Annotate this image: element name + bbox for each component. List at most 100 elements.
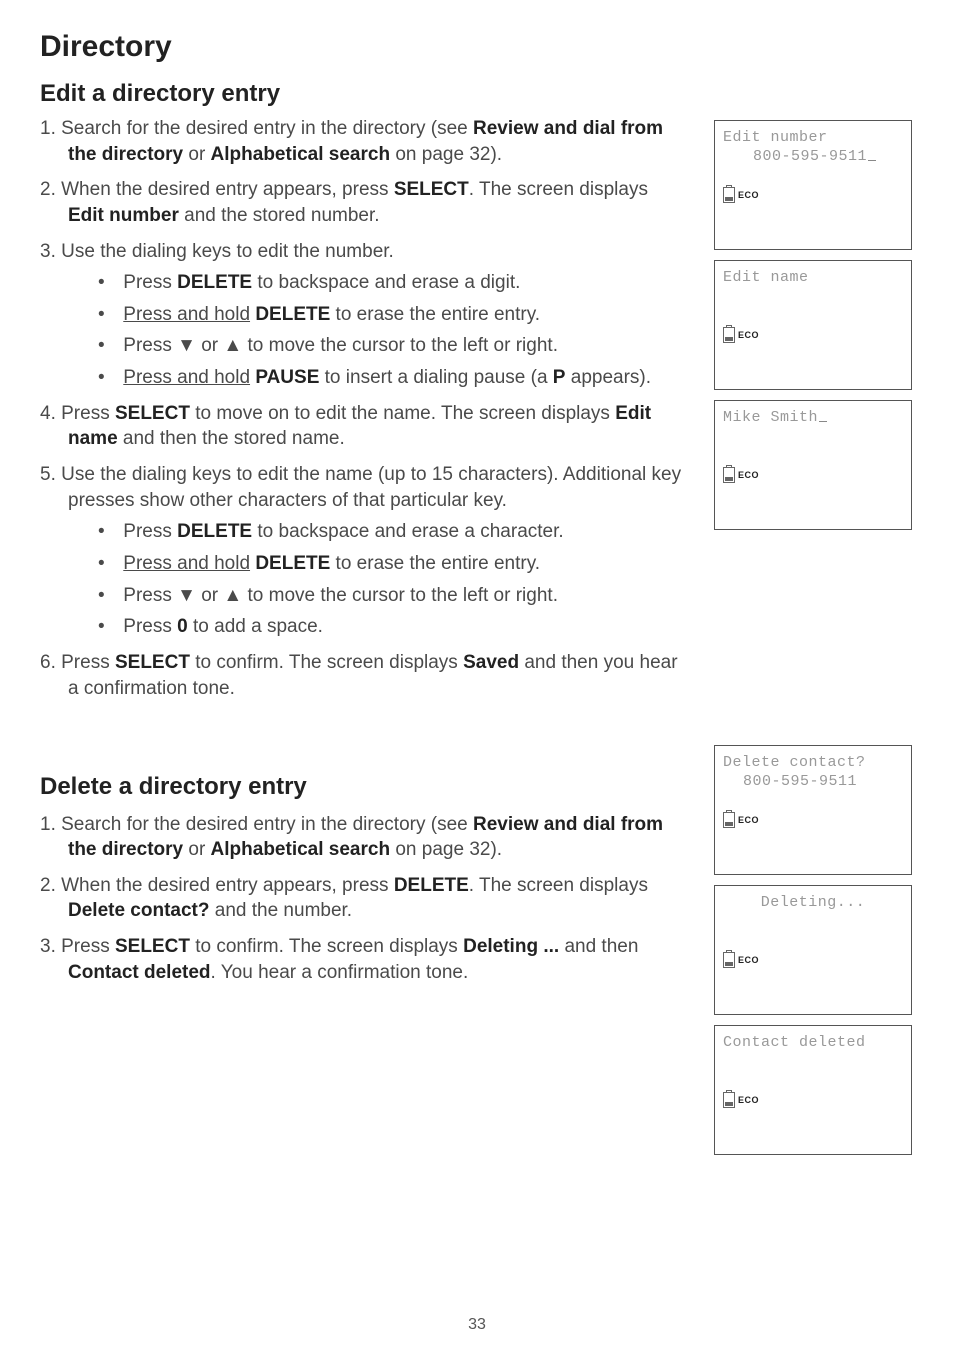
text: 1. Search for the desired entry in the d… — [40, 814, 473, 835]
page-number: 33 — [0, 1316, 954, 1334]
ref-alpha: Alphabetical search — [211, 144, 391, 165]
edit-step-4: 4. Press SELECT to move on to edit the n… — [40, 401, 684, 452]
lcd-line: 800-595-9511 — [723, 148, 903, 165]
edit-step-2: 2. When the desired entry appears, press… — [40, 177, 684, 228]
text: Press — [123, 272, 177, 293]
text: to erase the entire entry. — [330, 553, 540, 574]
text: to erase the entire entry. — [330, 304, 540, 325]
delete-lcd-column: Delete contact? 800-595-9511 ECO Deletin… — [714, 741, 914, 1155]
down-arrow-icon: ▼ — [177, 335, 196, 356]
lcd-line: Delete contact? — [723, 754, 903, 771]
text: or — [183, 144, 210, 165]
edit-step-3-bullet-3: Press ▼ or ▲ to move the cursor to the l… — [98, 333, 684, 359]
edit-step-3-bullet-1: Press DELETE to backspace and erase a di… — [98, 270, 684, 296]
text: to backspace and erase a character. — [252, 521, 564, 542]
edit-step-5: 5. Use the dialing keys to edit the name… — [40, 462, 684, 640]
edit-steps: 1. Search for the desired entry in the d… — [40, 116, 684, 711]
key-select: SELECT — [115, 936, 190, 957]
screen-saved: Saved — [463, 652, 519, 673]
key-pause: PAUSE — [255, 367, 319, 388]
battery-icon — [723, 187, 735, 203]
edit-step-5-bullet-4: Press 0 to add a space. — [98, 614, 684, 640]
page-title: Directory — [40, 30, 914, 64]
lcd-line: Contact deleted — [723, 1034, 903, 1051]
text: 2. When the desired entry appears, press — [40, 875, 394, 896]
text: 1. Search for the desired entry in the d… — [40, 118, 473, 139]
edit-step-3-bullet-4: Press and hold PAUSE to insert a dialing… — [98, 365, 684, 391]
delete-step-1: 1. Search for the desired entry in the d… — [40, 812, 684, 863]
press-hold: Press and hold — [123, 304, 250, 325]
battery-icon — [723, 327, 735, 343]
eco-label: ECO — [738, 815, 759, 825]
edit-step-3-bullet-2: Press and hold DELETE to erase the entir… — [98, 302, 684, 328]
edit-step-5-bullet-3: Press ▼ or ▲ to move the cursor to the l… — [98, 583, 684, 609]
lcd-line: Edit number — [723, 129, 903, 146]
text: Press — [123, 616, 177, 637]
screen-contact-deleted: Contact deleted — [68, 962, 211, 983]
key-select: SELECT — [394, 179, 469, 200]
text: or — [196, 335, 223, 356]
battery-icon — [723, 952, 735, 968]
edit-step-1: 1. Search for the desired entry in the d… — [40, 116, 684, 167]
edit-entry-heading: Edit a directory entry — [40, 80, 914, 108]
screen-deleting: Deleting ... — [463, 936, 559, 957]
text: and the number. — [209, 900, 352, 921]
screen-delete-contact: Delete contact? — [68, 900, 209, 921]
text: on page 32). — [390, 144, 502, 165]
text: to confirm. The screen displays — [190, 652, 463, 673]
lcd-contact-deleted: Contact deleted ECO — [714, 1025, 912, 1155]
delete-step-3: 3. Press SELECT to confirm. The screen d… — [40, 934, 684, 985]
delete-entry-heading: Delete a directory entry — [40, 771, 684, 803]
lcd-name: Mike Smith — [723, 409, 818, 426]
lcd-line: Edit name — [723, 269, 903, 286]
text: Press — [123, 335, 177, 356]
battery-icon — [723, 467, 735, 483]
text: 3. Use the dialing keys to edit the numb… — [40, 241, 394, 262]
lcd-edit-name: Edit name ECO — [714, 260, 912, 390]
up-arrow-icon: ▲ — [223, 335, 242, 356]
text: . The screen displays — [469, 875, 648, 896]
text: to confirm. The screen displays — [190, 936, 463, 957]
text: . The screen displays — [469, 179, 648, 200]
edit-step-5-bullet-2: Press and hold DELETE to erase the entir… — [98, 551, 684, 577]
key-delete: DELETE — [255, 304, 330, 325]
battery-icon — [723, 812, 735, 828]
text: to add a space. — [188, 616, 323, 637]
lcd-delete-contact: Delete contact? 800-595-9511 ECO — [714, 745, 912, 875]
key-delete: DELETE — [255, 553, 330, 574]
cursor-icon — [819, 421, 827, 422]
text: to move the cursor to the left or right. — [242, 335, 558, 356]
screen-edit-number: Edit number — [68, 205, 179, 226]
ref-alpha: Alphabetical search — [211, 839, 391, 860]
down-arrow-icon: ▼ — [177, 585, 196, 606]
eco-label: ECO — [738, 1095, 759, 1105]
press-hold: Press and hold — [123, 553, 250, 574]
text: to backspace and erase a digit. — [252, 272, 520, 293]
key-select: SELECT — [115, 403, 190, 424]
text: 3. Press — [40, 936, 115, 957]
text: to insert a dialing pause (a — [319, 367, 552, 388]
text: to move the cursor to the left or right. — [242, 585, 558, 606]
text: and then the stored name. — [118, 428, 345, 449]
text: appears). — [565, 367, 651, 388]
text: and the stored number. — [179, 205, 380, 226]
key-delete: DELETE — [177, 521, 252, 542]
edit-lcd-column: Edit number 800-595-9511 ECO Edit name E… — [714, 116, 914, 530]
key-delete: DELETE — [177, 272, 252, 293]
delete-steps: Delete a directory entry 1. Search for t… — [40, 741, 684, 995]
key-select: SELECT — [115, 652, 190, 673]
lcd-edit-number: Edit number 800-595-9511 ECO — [714, 120, 912, 250]
edit-step-6: 6. Press SELECT to confirm. The screen d… — [40, 650, 684, 701]
text: 4. Press — [40, 403, 115, 424]
eco-label: ECO — [738, 470, 759, 480]
text: Press — [123, 585, 177, 606]
text: to move on to edit the name. The screen … — [190, 403, 615, 424]
text: Press — [123, 521, 177, 542]
lcd-deleting: Deleting... ECO — [714, 885, 912, 1015]
edit-step-3: 3. Use the dialing keys to edit the numb… — [40, 239, 684, 391]
lcd-line: 800-595-9511 — [723, 773, 903, 790]
lcd-mike-smith: Mike Smith ECO — [714, 400, 912, 530]
text: or — [183, 839, 210, 860]
lcd-line: Mike Smith — [723, 409, 903, 426]
text: and then — [559, 936, 638, 957]
